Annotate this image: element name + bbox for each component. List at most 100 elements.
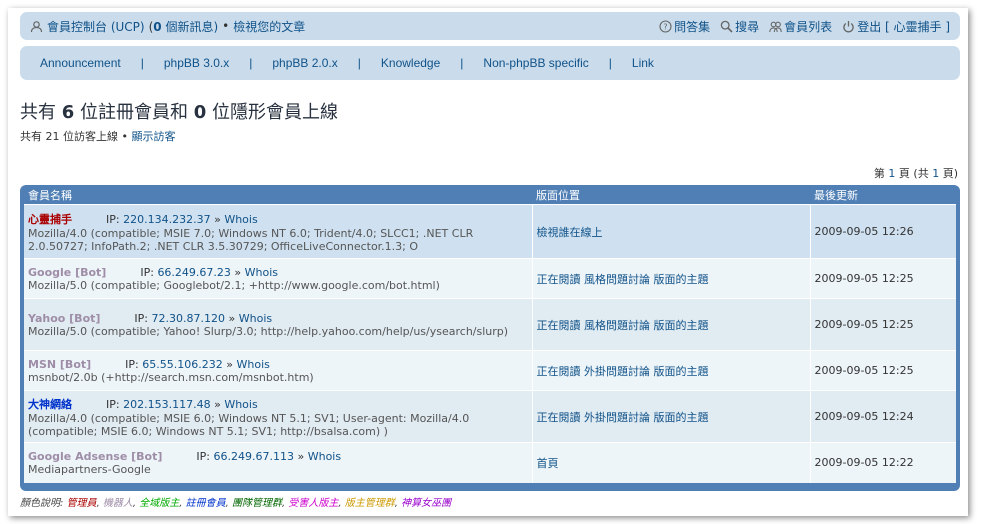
logout-label[interactable]: 登出 [ 心靈捕手 ] xyxy=(857,18,950,35)
table-row: 心靈捕手 IP: 220.134.232.37 » Whois Mozilla/4… xyxy=(24,204,956,259)
menu-separator: | xyxy=(140,56,144,70)
ip-label: IP: xyxy=(125,357,143,371)
user-cell: MSN [Bot] IP: 65.55.106.232 » Whois msnbo… xyxy=(24,350,533,391)
title-middle: 位註冊會員和 xyxy=(74,102,194,123)
time-cell: 2009-09-05 12:24 xyxy=(810,390,956,443)
username-link[interactable]: MSN [Bot] xyxy=(28,358,91,371)
location-link[interactable]: 正在閱讀 風格問題討論 版面的主題 xyxy=(537,319,709,332)
title-prefix: 共有 xyxy=(20,102,62,123)
whois-link[interactable]: Whois xyxy=(245,266,278,279)
menu-non-phpbb[interactable]: Non-phpBB specific xyxy=(483,56,588,70)
legend-item[interactable]: 團隊管理群 xyxy=(232,498,282,509)
user-cell: 大神網絡 IP: 202.153.117.48 » Whois Mozilla/4… xyxy=(24,390,533,443)
legend-label: 顏色說明: xyxy=(20,498,67,509)
ucp-link[interactable]: 會員控制台 (UCP) xyxy=(47,18,145,35)
faq-link[interactable]: ? 問答集 xyxy=(659,18,710,35)
ip-link[interactable]: 220.134.232.37 xyxy=(123,213,210,226)
legend-item[interactable]: 機器人 xyxy=(103,498,133,509)
location-link[interactable]: 檢視誰在線上 xyxy=(537,226,603,239)
hidden-count: 0 xyxy=(193,102,207,123)
whois-sep: » xyxy=(210,397,225,411)
username-link[interactable]: 心靈捕手 xyxy=(28,213,72,226)
legend-item[interactable]: 版主管理群 xyxy=(345,498,395,509)
whois-link[interactable]: Whois xyxy=(224,213,257,226)
whois-link[interactable]: Whois xyxy=(224,398,257,411)
search-link[interactable]: 搜尋 xyxy=(720,18,759,35)
whois-sep: » xyxy=(222,357,237,371)
location-link[interactable]: 正在閱讀 外掛問題討論 版面的主題 xyxy=(537,365,709,378)
time-cell: 2009-09-05 12:26 xyxy=(810,204,956,259)
main-menu: Announcement | phpBB 3.0.x | phpBB 2.0.x… xyxy=(20,46,960,80)
search-label[interactable]: 搜尋 xyxy=(735,18,759,35)
logout-link[interactable]: 登出 [ 心靈捕手 ] xyxy=(842,18,950,35)
page-prefix: 第 xyxy=(873,167,889,180)
username-link[interactable]: Google [Bot] xyxy=(28,266,106,279)
page-title: 共有 6 位註冊會員和 0 位隱形會員上線 xyxy=(20,98,338,124)
location-link[interactable]: 正在閱讀 風格問題討論 版面的主題 xyxy=(537,273,709,286)
search-icon xyxy=(720,20,733,33)
memberlist-link[interactable]: 會員列表 xyxy=(769,18,832,35)
show-guests-link[interactable]: 顯示訪客 xyxy=(132,130,176,143)
bullet: • xyxy=(222,19,230,33)
username-link[interactable]: 大神網絡 xyxy=(28,398,72,411)
whois-sep: » xyxy=(293,449,308,463)
memberlist-label[interactable]: 會員列表 xyxy=(784,18,832,35)
ip-link[interactable]: 202.153.117.48 xyxy=(123,398,210,411)
user-cell: Yahoo [Bot] IP: 72.30.87.120 » Whois Mozi… xyxy=(24,298,533,351)
menu-knowledge[interactable]: Knowledge xyxy=(381,56,440,70)
online-users-table: 會員名稱 版面位置 最後更新 心靈捕手 IP: 220.134.232.37 » … xyxy=(24,185,956,483)
ip-link[interactable]: 66.249.67.23 xyxy=(157,266,230,279)
page-middle: 頁 (共 xyxy=(895,167,933,180)
ip-info: IP: 72.30.87.120 » Whois xyxy=(134,312,272,325)
nav-left: 會員控制台 (UCP) (0 個新訊息) • 檢視您的文章 xyxy=(30,18,305,35)
location-cell: 正在閱讀 風格問題討論 版面的主題 xyxy=(532,258,811,299)
user-agent: Mozilla/4.0 (compatible; MSIE 6.0; Windo… xyxy=(28,411,470,438)
location-link[interactable]: 正在閱讀 外掛問題討論 版面的主題 xyxy=(537,411,709,424)
location-cell: 首頁 xyxy=(532,442,811,483)
col-username[interactable]: 會員名稱 xyxy=(24,185,532,205)
guest-line: 共有 21 位訪客上線 • 顯示訪客 xyxy=(20,128,176,144)
menu-separator: | xyxy=(608,56,612,70)
menu-link[interactable]: Link xyxy=(632,56,654,70)
user-icon xyxy=(30,20,43,33)
user-cell: Google [Bot] IP: 66.249.67.23 » Whois Moz… xyxy=(24,258,533,299)
time-cell: 2009-09-05 12:25 xyxy=(810,350,956,391)
legend-item[interactable]: 全域版主 xyxy=(139,498,179,509)
whois-link[interactable]: Whois xyxy=(236,358,269,371)
faq-icon: ? xyxy=(659,19,672,33)
svg-text:?: ? xyxy=(664,22,668,31)
new-msgs-link[interactable]: 個新訊息) xyxy=(162,20,218,34)
faq-label[interactable]: 問答集 xyxy=(674,18,710,35)
title-suffix: 位隱形會員上線 xyxy=(206,102,338,123)
registered-count: 6 xyxy=(61,102,75,123)
location-cell: 正在閱讀 風格問題討論 版面的主題 xyxy=(532,298,811,351)
whois-link[interactable]: Whois xyxy=(239,312,272,325)
legend-item[interactable]: 管理員 xyxy=(67,498,97,509)
menu-announcement[interactable]: Announcement xyxy=(40,56,121,70)
view-posts-link[interactable]: 檢視您的文章 xyxy=(233,18,305,35)
new-messages[interactable]: (0 個新訊息) xyxy=(149,18,219,35)
table-row: 大神網絡 IP: 202.153.117.48 » Whois Mozilla/4… xyxy=(24,390,956,443)
table-row: Yahoo [Bot] IP: 72.30.87.120 » Whois Mozi… xyxy=(24,298,956,351)
username-link[interactable]: Yahoo [Bot] xyxy=(28,312,100,325)
ip-label: IP: xyxy=(106,212,124,226)
user-agent: Mozilla/4.0 (compatible; MSIE 7.0; Windo… xyxy=(28,226,474,253)
ip-info: IP: 66.249.67.23 » Whois xyxy=(140,266,278,279)
menu-phpbb3[interactable]: phpBB 3.0.x xyxy=(164,56,229,70)
legend-item[interactable]: 註冊會員 xyxy=(186,498,226,509)
legend-item[interactable]: 神算女巫團 xyxy=(401,498,451,509)
username-link[interactable]: Google Adsense [Bot] xyxy=(28,450,162,463)
ip-link[interactable]: 66.249.67.113 xyxy=(214,450,294,463)
location-cell: 正在閱讀 外掛問題討論 版面的主題 xyxy=(532,350,811,391)
user-agent: Mediapartners-Google xyxy=(28,462,151,476)
menu-phpbb2[interactable]: phpBB 2.0.x xyxy=(272,56,337,70)
col-location[interactable]: 版面位置 xyxy=(532,185,810,205)
ip-link[interactable]: 72.30.87.120 xyxy=(152,312,225,325)
table-header: 會員名稱 版面位置 最後更新 xyxy=(24,185,956,205)
legend-item[interactable]: 受害人版主 xyxy=(288,498,338,509)
ip-link[interactable]: 65.55.106.232 xyxy=(142,358,222,371)
whois-link[interactable]: Whois xyxy=(308,450,341,463)
col-last-update[interactable]: 最後更新 xyxy=(810,185,956,205)
menu-separator: | xyxy=(249,56,253,70)
location-link[interactable]: 首頁 xyxy=(537,457,559,470)
